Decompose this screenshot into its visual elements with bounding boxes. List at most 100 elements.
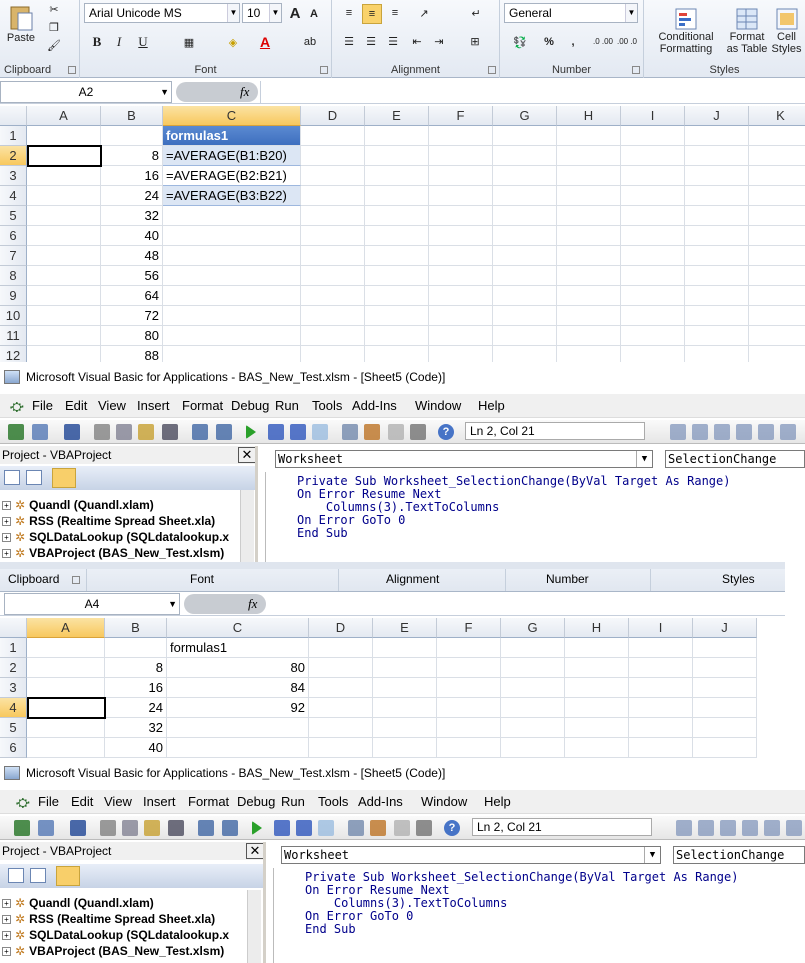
cell-e2[interactable]	[365, 146, 429, 166]
column-header-c[interactable]: C	[167, 618, 309, 638]
decrease-indent-icon[interactable]: ⇤	[408, 32, 426, 50]
cell-b4[interactable]: 24	[105, 698, 167, 718]
decrease-decimal-button[interactable]: .00 .0	[616, 32, 638, 52]
bold-button[interactable]: B	[88, 32, 106, 52]
excel-icon[interactable]	[8, 424, 24, 440]
redo-icon[interactable]	[222, 820, 238, 836]
menu-insert[interactable]: Insert	[137, 398, 170, 413]
column-header-i[interactable]: I	[629, 618, 693, 638]
menu-window[interactable]: Window	[421, 794, 467, 809]
fx-icon[interactable]: fx	[248, 596, 257, 612]
cell-h5[interactable]	[557, 206, 621, 226]
cell-g5[interactable]	[501, 718, 565, 738]
project-node[interactable]: + ✲ SQLDataLookup (SQLdatalookup.x	[2, 530, 229, 544]
cell-a12[interactable]	[27, 346, 101, 362]
menu-run[interactable]: Run	[275, 398, 299, 413]
row-header-7[interactable]: 7	[0, 246, 27, 266]
save-icon[interactable]	[70, 820, 86, 836]
select-all-corner[interactable]	[0, 106, 27, 126]
column-header-b[interactable]: B	[105, 618, 167, 638]
menu-insert[interactable]: Insert	[143, 794, 176, 809]
project-scrollbar[interactable]	[247, 890, 261, 963]
cell-h3[interactable]	[557, 166, 621, 186]
cell-e6[interactable]	[373, 738, 437, 758]
cell-f2[interactable]	[437, 658, 501, 678]
cell-d9[interactable]	[301, 286, 365, 306]
edit-toolbar-icon[interactable]	[676, 820, 692, 836]
paste-icon[interactable]	[144, 820, 160, 836]
paste-button[interactable]: Paste	[4, 0, 38, 48]
phonetic-icon[interactable]: ab	[298, 32, 322, 52]
expand-toggle-icon[interactable]: +	[2, 533, 11, 543]
cell-e6[interactable]	[365, 226, 429, 246]
cell-a7[interactable]	[27, 246, 101, 266]
menu-help[interactable]: Help	[478, 398, 505, 413]
row-header-12[interactable]: 12	[0, 346, 27, 362]
increase-indent-icon[interactable]: ⇥	[430, 32, 448, 50]
cell-j6[interactable]	[685, 226, 749, 246]
cell-a4[interactable]	[27, 698, 105, 718]
cell-a3[interactable]	[27, 678, 105, 698]
toggle-folders-icon[interactable]	[52, 468, 76, 488]
cell-k9[interactable]	[749, 286, 805, 306]
cell-d8[interactable]	[301, 266, 365, 286]
cell-b8[interactable]: 56	[101, 266, 163, 286]
menu-format[interactable]: Format	[188, 794, 229, 809]
row-header-2[interactable]: 2	[0, 658, 27, 678]
cell-a8[interactable]	[27, 266, 101, 286]
cell-g4[interactable]	[493, 186, 557, 206]
cut-icon[interactable]	[100, 820, 116, 836]
cell-f7[interactable]	[429, 246, 493, 266]
row-header-4[interactable]: 4	[0, 186, 27, 206]
cell-i4[interactable]	[621, 186, 685, 206]
alignment-launcher-icon[interactable]	[488, 66, 496, 74]
name-box[interactable]: A2 ▼	[0, 81, 172, 103]
align-bottom-icon[interactable]: ≡	[386, 4, 404, 22]
menu-edit[interactable]: Edit	[65, 398, 87, 413]
cell-i4[interactable]	[629, 698, 693, 718]
align-top-icon[interactable]: ≡	[340, 4, 358, 22]
align-center-icon[interactable]: ☰	[362, 32, 380, 50]
cell-f4[interactable]	[437, 698, 501, 718]
cell-b5[interactable]: 32	[105, 718, 167, 738]
object-combo[interactable]: Worksheet ▼	[275, 450, 653, 468]
cell-g1[interactable]	[493, 126, 557, 146]
cell-e10[interactable]	[365, 306, 429, 326]
cell-j3[interactable]	[685, 166, 749, 186]
edit-toolbar-icon[interactable]	[758, 424, 774, 440]
cell-d5[interactable]	[301, 206, 365, 226]
undo-icon[interactable]	[192, 424, 208, 440]
cell-a1[interactable]	[27, 638, 105, 658]
grow-font-button[interactable]: A	[286, 3, 304, 23]
cell-c4[interactable]: =AVERAGE(B3:B22)	[163, 186, 301, 206]
cell-c12[interactable]	[163, 346, 301, 362]
cell-c1[interactable]: formulas1	[163, 126, 301, 146]
cell-i2[interactable]	[621, 146, 685, 166]
cell-d7[interactable]	[301, 246, 365, 266]
cell-e4[interactable]	[373, 698, 437, 718]
cell-k11[interactable]	[749, 326, 805, 346]
column-header-a[interactable]: A	[27, 106, 101, 126]
cell-d1[interactable]	[309, 638, 373, 658]
code-line[interactable]: End Sub	[297, 527, 348, 540]
row-header-5[interactable]: 5	[0, 206, 27, 226]
cell-f6[interactable]	[437, 738, 501, 758]
cell-e2[interactable]	[373, 658, 437, 678]
cell-b2[interactable]: 8	[101, 146, 163, 166]
project-node[interactable]: + ✲ VBAProject (BAS_New_Test.xlsm)	[2, 944, 224, 958]
cell-h1[interactable]	[565, 638, 629, 658]
run-icon[interactable]	[246, 425, 256, 439]
cell-a6[interactable]	[27, 738, 105, 758]
project-node[interactable]: + ✲ SQLDataLookup (SQLdatalookup.x	[2, 928, 229, 942]
design-mode-icon[interactable]	[318, 820, 334, 836]
project-node[interactable]: + ✲ VBAProject (BAS_New_Test.xlsm)	[2, 546, 224, 560]
design-mode-icon[interactable]	[312, 424, 328, 440]
menu-file[interactable]: File	[32, 398, 53, 413]
cell-g1[interactable]	[501, 638, 565, 658]
close-icon[interactable]: ✕	[246, 843, 263, 859]
column-header-f[interactable]: F	[437, 618, 501, 638]
column-header-j[interactable]: J	[693, 618, 757, 638]
cell-c5[interactable]	[167, 718, 309, 738]
cell-b6[interactable]: 40	[105, 738, 167, 758]
borders-icon[interactable]: ▦	[176, 32, 202, 52]
